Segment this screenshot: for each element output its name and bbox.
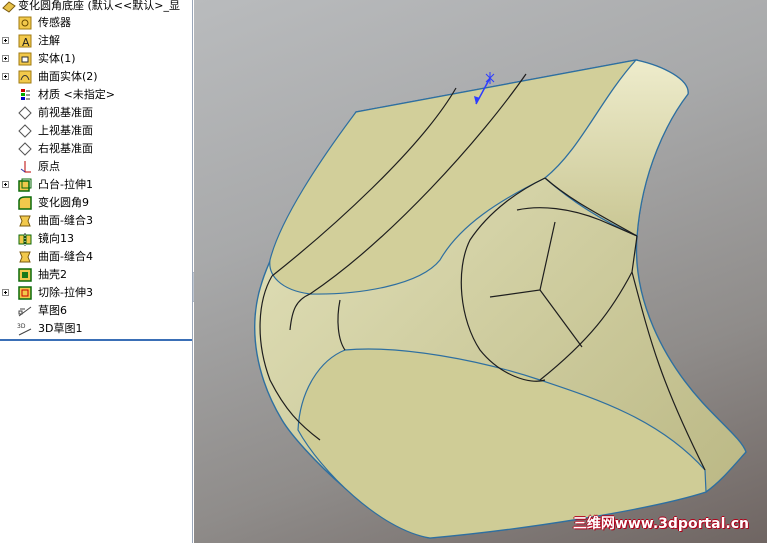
- tree-item-label: 3D草图1: [38, 322, 83, 335]
- tree-item[interactable]: 草图6: [0, 302, 192, 320]
- annotation-icon: A: [18, 34, 32, 49]
- sensor-icon: [18, 16, 32, 30]
- tree-item[interactable]: 原点: [0, 158, 192, 176]
- tree-item[interactable]: 凸台-拉伸1: [0, 176, 192, 194]
- part-icon: [2, 1, 16, 13]
- plane-icon: [18, 142, 32, 156]
- solid-body-icon: [18, 52, 32, 66]
- feature-manager-tree: 变化圆角底座 (默认<<默认>_显 传感器 A 注解实体(1) 曲面实体(2) 材质 <…: [0, 0, 193, 543]
- graphics-viewport[interactable]: 三维网www.3dportal.cn: [194, 0, 767, 543]
- sketch-3d-icon: 3D: [17, 323, 32, 336]
- tree-item-label: 切除-拉伸3: [38, 286, 93, 299]
- tree-item-label: 上视基准面: [38, 124, 93, 137]
- surface-knit-icon: [19, 215, 31, 227]
- tree-item-label: 抽壳2: [38, 268, 67, 281]
- svg-text:A: A: [22, 36, 30, 49]
- tree-item-label: 前视基准面: [38, 106, 93, 119]
- plane-icon: [18, 124, 32, 138]
- tree-item[interactable]: 曲面-缝合3: [0, 212, 192, 230]
- tree-item-label: 曲面实体(2): [38, 70, 98, 83]
- plane-icon: [18, 106, 32, 120]
- svg-text:3D: 3D: [17, 323, 26, 330]
- tree-item-label: 草图6: [38, 304, 67, 317]
- tree-item[interactable]: 前视基准面: [0, 104, 192, 122]
- tree-item-label: 曲面-缝合4: [38, 250, 93, 263]
- tree-item[interactable]: 右视基准面: [0, 140, 192, 158]
- expand-toggle-icon[interactable]: [2, 37, 9, 44]
- tree-item[interactable]: 曲面-缝合4: [0, 248, 192, 266]
- shell-icon: [18, 268, 32, 282]
- tree-item-label: 原点: [38, 160, 60, 173]
- watermark: 三维网www.3dportal.cn: [572, 516, 749, 532]
- tree-item[interactable]: 切除-拉伸3: [0, 284, 192, 302]
- cut-extrude-icon: [18, 286, 32, 300]
- tree-root[interactable]: 变化圆角底座 (默认<<默认>_显: [0, 0, 192, 15]
- boss-extrude-icon: [18, 178, 32, 192]
- variable-fillet-icon: [18, 196, 32, 210]
- tree-item-label: 曲面-缝合3: [38, 214, 93, 227]
- tree-item[interactable]: 实体(1): [0, 50, 192, 68]
- expand-toggle-icon[interactable]: [2, 73, 9, 80]
- expand-toggle-icon[interactable]: [2, 181, 9, 188]
- tree-item-label: 实体(1): [38, 52, 76, 65]
- tree-item-label: 材质 <未指定>: [38, 88, 115, 101]
- expand-toggle-icon[interactable]: [2, 289, 9, 296]
- tree-item[interactable]: 曲面实体(2): [0, 68, 192, 86]
- origin-icon: [20, 161, 31, 173]
- tree-item-label: 变化圆角9: [38, 196, 89, 209]
- tree-separator: [0, 339, 192, 341]
- tree-item-label: 右视基准面: [38, 142, 93, 155]
- tree-item-label: 传感器: [38, 16, 71, 29]
- tree-item[interactable]: 3D 3D草图1: [0, 320, 192, 338]
- tree-root-label: 变化圆角底座 (默认<<默认>_显: [18, 0, 180, 12]
- expand-toggle-icon[interactable]: [2, 55, 9, 62]
- surface-body-icon: [18, 70, 32, 84]
- surface-knit-icon: [19, 251, 31, 263]
- tree-item-label: 凸台-拉伸1: [38, 178, 93, 191]
- tree-item[interactable]: 镜向13: [0, 230, 192, 248]
- 3d-model[interactable]: [194, 0, 767, 543]
- tree-item[interactable]: A 注解: [0, 32, 192, 50]
- tree-item-label: 注解: [38, 34, 60, 47]
- tree-item[interactable]: 材质 <未指定>: [0, 86, 192, 104]
- mirror-icon: [18, 233, 32, 246]
- material-icon: [21, 89, 30, 100]
- tree-item[interactable]: 上视基准面: [0, 122, 192, 140]
- tree-item-label: 镜向13: [38, 232, 74, 245]
- tree-item[interactable]: 传感器: [0, 14, 192, 32]
- tree-item[interactable]: 抽壳2: [0, 266, 192, 284]
- sketch-icon: [18, 306, 32, 317]
- tree-item[interactable]: 变化圆角9: [0, 194, 192, 212]
